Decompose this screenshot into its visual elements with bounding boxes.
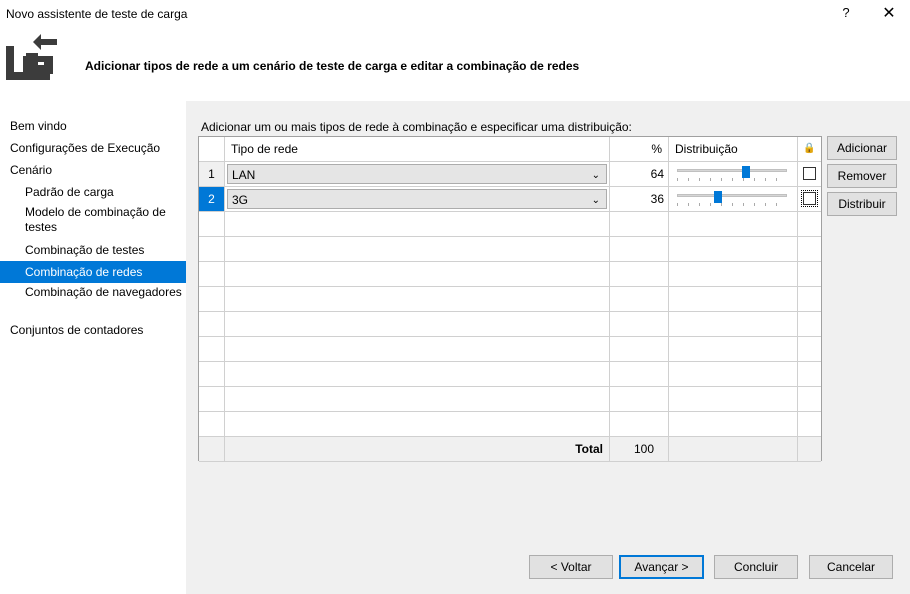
nav-item-label: Combinação de testes <box>25 243 145 257</box>
network-mix-grid: Tipo de rede % Distribuição 🔒 1 LAN ⌄ 64… <box>198 136 822 462</box>
back-button[interactable]: < Voltar <box>529 555 613 579</box>
nav-item-label: Conjuntos de contadores <box>10 323 144 337</box>
empty-row <box>199 312 821 337</box>
header-description: Adicionar tipos de rede a um cenário de … <box>85 59 580 73</box>
nav-item-label: Cenário <box>10 163 53 177</box>
network-type-value: LAN <box>232 168 256 182</box>
slider-ticks <box>677 203 787 206</box>
wizard-import-icon <box>6 34 57 80</box>
distribution-slider[interactable] <box>675 191 789 207</box>
add-button[interactable]: Adicionar <box>827 136 897 160</box>
wizard-nav: Bem vindo Configurações de Execução Cená… <box>0 115 186 341</box>
window-title: Novo assistente de teste de carga <box>6 7 188 21</box>
network-type-dropdown[interactable]: 3G ⌄ <box>227 189 607 209</box>
network-type-dropdown[interactable]: LAN ⌄ <box>227 164 607 184</box>
finish-button[interactable]: Concluir <box>714 555 798 579</box>
nav-item-counter-sets[interactable]: Conjuntos de contadores <box>0 319 186 341</box>
distribution-slider[interactable] <box>675 166 789 182</box>
nav-item-scenario[interactable]: Cenário <box>0 159 186 181</box>
nav-item-network-mix[interactable]: Combinação de redes <box>0 261 186 283</box>
cancel-button[interactable]: Cancelar <box>809 555 893 579</box>
close-button[interactable]: ✕ <box>880 3 898 23</box>
lock-checkbox[interactable] <box>803 167 816 180</box>
chevron-down-icon: ⌄ <box>591 170 600 181</box>
nav-item-label: Bem vindo <box>10 119 67 133</box>
table-row[interactable]: 2 3G ⌄ 36 <box>199 187 821 212</box>
empty-row <box>199 412 821 437</box>
network-type-value: 3G <box>232 193 249 207</box>
empty-row <box>199 212 821 237</box>
grid-header-row: Tipo de rede % Distribuição 🔒 <box>199 137 821 162</box>
column-header-percent[interactable]: % <box>610 137 669 161</box>
nav-item-browser-mix[interactable]: Combinação de navegadores <box>0 283 186 319</box>
percent-value[interactable]: 36 <box>610 187 669 211</box>
empty-row <box>199 262 821 287</box>
instruction-text: Adicionar um ou mais tipos de rede à com… <box>201 120 632 134</box>
slider-track <box>677 194 787 197</box>
column-header-network-type[interactable]: Tipo de rede <box>225 137 610 161</box>
empty-row <box>199 237 821 262</box>
nav-item-welcome[interactable]: Bem vindo <box>0 115 186 137</box>
lock-icon: 🔒 <box>803 143 816 154</box>
slider-thumb[interactable] <box>742 166 751 178</box>
empty-row <box>199 362 821 387</box>
nav-item-run-settings[interactable]: Configurações de Execução <box>0 137 186 159</box>
slider-track <box>677 169 787 172</box>
title-bar: Novo assistente de teste de carga ? ✕ <box>0 0 910 28</box>
header-row-number <box>199 137 225 161</box>
total-value: 100 <box>610 437 669 461</box>
chevron-down-icon: ⌄ <box>591 195 600 206</box>
distribute-button[interactable]: Distribuir <box>827 192 897 216</box>
slider-ticks <box>677 178 787 181</box>
empty-row <box>199 337 821 362</box>
nav-item-test-mix-model[interactable]: Modelo de combinação de testes <box>0 203 186 239</box>
nav-item-label: Padrão de carga <box>25 185 114 199</box>
table-row[interactable]: 1 LAN ⌄ 64 <box>199 162 821 187</box>
remove-button[interactable]: Remover <box>827 164 897 188</box>
nav-item-label: Combinação de redes <box>25 265 143 279</box>
next-button[interactable]: Avançar > <box>619 555 704 579</box>
lock-checkbox[interactable] <box>801 190 818 207</box>
total-row: Total 100 <box>199 437 821 462</box>
nav-item-label: Configurações de Execução <box>10 141 161 155</box>
empty-row <box>199 287 821 312</box>
row-number: 2 <box>199 187 225 211</box>
nav-item-test-mix[interactable]: Combinação de testes <box>0 239 186 261</box>
row-number: 1 <box>199 162 225 186</box>
nav-item-load-pattern[interactable]: Padrão de carga <box>0 181 186 203</box>
slider-thumb[interactable] <box>713 191 722 203</box>
nav-item-label: Combinação de navegadores <box>25 285 182 299</box>
column-header-distribution[interactable]: Distribuição <box>669 137 798 161</box>
percent-value[interactable]: 64 <box>610 162 669 186</box>
nav-item-label: Modelo de combinação de testes <box>25 205 166 234</box>
empty-row <box>199 387 821 412</box>
help-button[interactable]: ? <box>840 5 852 20</box>
total-label: Total <box>225 437 610 461</box>
